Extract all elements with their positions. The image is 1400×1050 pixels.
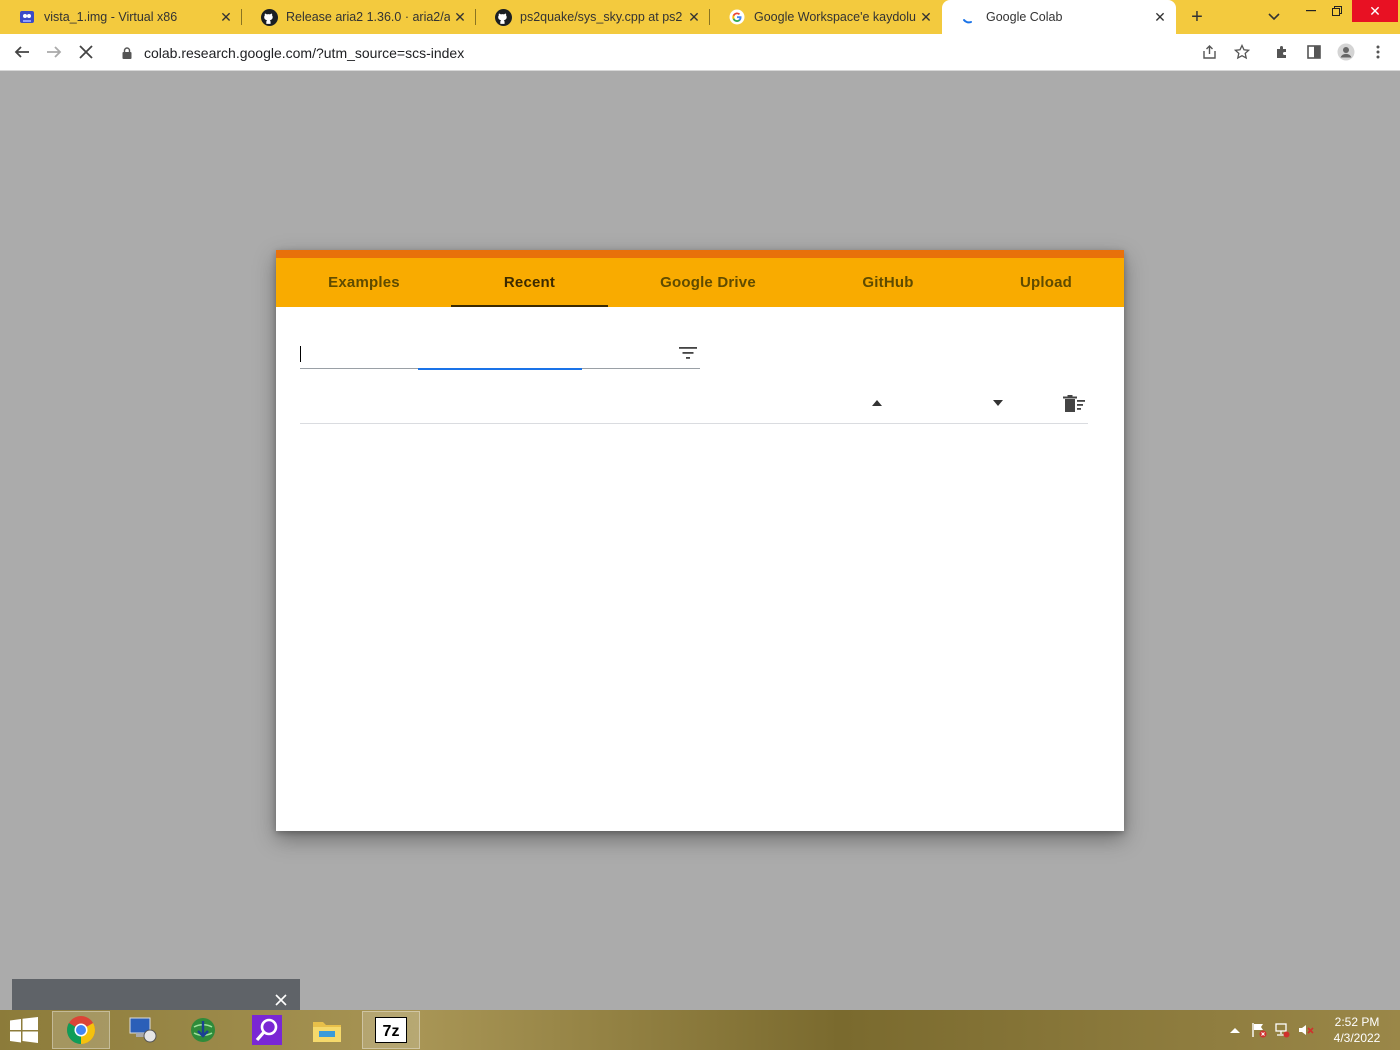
browser-tab-ps2quake[interactable]: ps2quake/sys_sky.cpp at ps2 · m ✕ bbox=[476, 0, 710, 34]
search-magnifier-icon[interactable] bbox=[238, 1011, 296, 1049]
globe-download-icon[interactable] bbox=[174, 1011, 232, 1049]
clock-time: 2:52 PM bbox=[1334, 1015, 1380, 1029]
tab-label: Examples bbox=[328, 274, 400, 291]
new-tab-button[interactable]: + bbox=[1184, 5, 1210, 29]
tab-recent[interactable]: Recent bbox=[451, 258, 608, 307]
tab-label: GitHub bbox=[862, 274, 914, 291]
file-explorer-icon[interactable] bbox=[298, 1011, 356, 1049]
volume-muted-icon[interactable] bbox=[1297, 1022, 1315, 1038]
loading-spinner-icon bbox=[960, 8, 978, 26]
dialog-tab-bar: Examples Recent Google Drive GitHub Uplo… bbox=[276, 258, 1124, 307]
side-panel-icon[interactable] bbox=[1302, 40, 1326, 64]
browser-tab-title: Release aria2 1.36.0 · aria2/aria2 bbox=[286, 10, 450, 24]
chrome-icon[interactable] bbox=[52, 1011, 110, 1049]
address-bar[interactable]: colab.research.google.com/?utm_source=sc… bbox=[110, 38, 1232, 67]
delete-sweep-icon[interactable] bbox=[1062, 393, 1086, 415]
close-tab-icon[interactable]: ✕ bbox=[450, 7, 470, 27]
window-close-button[interactable]: ✕ bbox=[1352, 0, 1398, 22]
sort-ascending-arrow-icon[interactable] bbox=[871, 398, 883, 408]
action-center-flag-icon[interactable] bbox=[1250, 1022, 1268, 1038]
back-arrow-icon[interactable] bbox=[10, 40, 34, 64]
network-computer-icon[interactable] bbox=[114, 1011, 172, 1049]
stop-loading-icon[interactable] bbox=[74, 40, 98, 64]
input-focus-underline bbox=[418, 368, 582, 370]
close-icon[interactable] bbox=[274, 993, 288, 1007]
windows-start-icon[interactable] bbox=[2, 1011, 46, 1049]
bookmark-star-icon[interactable] bbox=[1230, 40, 1254, 64]
open-notebook-dialog: Examples Recent Google Drive GitHub Uplo… bbox=[276, 250, 1124, 831]
browser-tab-aria2[interactable]: Release aria2 1.36.0 · aria2/aria2 ✕ bbox=[242, 0, 476, 34]
google-icon bbox=[728, 8, 746, 26]
browser-tab-google-colab[interactable]: Google Colab ✕ bbox=[942, 0, 1176, 34]
tab-search-chevron-icon[interactable] bbox=[1262, 5, 1286, 29]
tab-label: Upload bbox=[1019, 274, 1073, 291]
restore-button[interactable] bbox=[1322, 0, 1352, 22]
close-tab-icon[interactable]: ✕ bbox=[916, 7, 936, 27]
browser-tab-strip: vista_1.img - Virtual x86 ✕ Release aria… bbox=[0, 0, 1400, 34]
github-icon bbox=[260, 8, 278, 26]
tab-label: Google Drive bbox=[660, 274, 756, 291]
browser-tab-virtual-x86[interactable]: vista_1.img - Virtual x86 ✕ bbox=[0, 0, 242, 34]
tab-label: Recent bbox=[503, 274, 556, 291]
show-hidden-icons-chevron-icon[interactable] bbox=[1226, 1022, 1244, 1038]
close-tab-icon[interactable]: ✕ bbox=[684, 7, 704, 27]
clock-date: 4/3/2022 bbox=[1333, 1031, 1381, 1045]
sort-descending-arrow-icon[interactable] bbox=[992, 398, 1004, 408]
browser-tab-title: Google Workspace'e kaydolun bbox=[754, 10, 916, 24]
selected-tab-indicator bbox=[451, 305, 608, 307]
browser-tab-title: Google Colab bbox=[986, 10, 1063, 24]
close-tab-icon[interactable]: ✕ bbox=[216, 7, 236, 27]
extensions-puzzle-icon[interactable] bbox=[1270, 40, 1294, 64]
dialog-accent-bar bbox=[276, 250, 1124, 258]
notebook-list-header bbox=[300, 386, 1088, 424]
network-status-icon[interactable] bbox=[1273, 1022, 1291, 1038]
browser-tab-google-workspace[interactable]: Google Workspace'e kaydolun ✕ bbox=[710, 0, 942, 34]
browser-tab-title: ps2quake/sys_sky.cpp at ps2 · m bbox=[520, 10, 684, 24]
share-icon[interactable] bbox=[1198, 40, 1222, 64]
tab-upload[interactable]: Upload bbox=[976, 258, 1116, 307]
text-caret bbox=[300, 346, 301, 362]
filter-notebooks-input[interactable] bbox=[300, 340, 700, 370]
menu-kebab-icon[interactable] bbox=[1366, 40, 1390, 64]
notification-toast bbox=[12, 979, 300, 1010]
browser-tab-title: vista_1.img - Virtual x86 bbox=[44, 10, 178, 24]
lock-icon[interactable] bbox=[120, 46, 134, 60]
profile-avatar-icon[interactable] bbox=[1334, 40, 1358, 64]
svg-text:7z: 7z bbox=[383, 1023, 400, 1040]
tab-google-drive[interactable]: Google Drive bbox=[626, 258, 790, 307]
windows-taskbar: 7z 2:52 PM 4/3/2022 bbox=[0, 1010, 1400, 1050]
tab-examples[interactable]: Examples bbox=[296, 258, 432, 307]
forward-arrow-icon[interactable] bbox=[42, 40, 66, 64]
virtual-x86-icon bbox=[18, 8, 36, 26]
filter-list-icon[interactable] bbox=[678, 344, 698, 362]
github-icon bbox=[494, 8, 512, 26]
system-clock[interactable]: 2:52 PM 4/3/2022 bbox=[1318, 1014, 1396, 1046]
7zip-icon[interactable]: 7z bbox=[362, 1011, 420, 1049]
url-text: colab.research.google.com/?utm_source=sc… bbox=[144, 44, 465, 61]
tab-github[interactable]: GitHub bbox=[816, 258, 960, 307]
close-tab-icon[interactable]: ✕ bbox=[1150, 7, 1170, 27]
browser-toolbar: colab.research.google.com/?utm_source=sc… bbox=[0, 34, 1400, 71]
